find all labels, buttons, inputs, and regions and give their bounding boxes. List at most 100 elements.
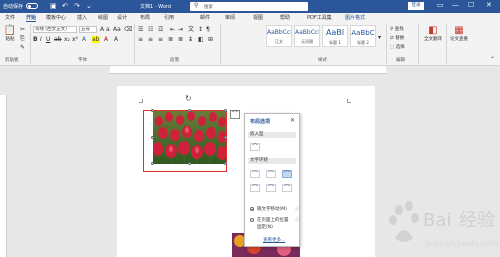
clear-format-icon[interactable]: ⌫	[124, 26, 132, 33]
resize-handle[interactable]	[188, 162, 191, 165]
distributed-icon[interactable]: ≣	[178, 36, 183, 43]
translate-button[interactable]: ◧ 全文翻译	[424, 25, 442, 42]
font-name-select[interactable]: 等线 (西文正文)	[33, 26, 77, 33]
wrap-behind-text-icon[interactable]: ⌒	[266, 184, 276, 192]
fix-position-radio[interactable]	[250, 218, 254, 222]
minimize-icon[interactable]: —	[452, 1, 459, 10]
font-group-label: 字体	[78, 58, 87, 63]
inline-section-header: 嵌入型	[248, 132, 296, 138]
search-box[interactable]: ⚲ 搜索	[190, 2, 308, 11]
format-painter-icon[interactable]: ✎	[20, 44, 25, 51]
grow-font-icon[interactable]: A	[100, 26, 104, 33]
resize-handle[interactable]	[151, 162, 154, 165]
styles-more-icon[interactable]: ▾	[378, 34, 381, 41]
change-case-icon[interactable]: Aa	[113, 26, 121, 33]
subscript-icon[interactable]: x₂	[64, 36, 70, 43]
move-with-text-radio[interactable]	[250, 207, 254, 211]
wrap-through-icon[interactable]: ⌒	[282, 170, 292, 178]
resize-handle[interactable]	[224, 136, 227, 139]
close-icon[interactable]: ✕	[486, 1, 492, 10]
save-icon[interactable]: ▣	[50, 2, 57, 10]
multilevel-list-icon[interactable]: ☲	[158, 26, 163, 33]
redo-icon[interactable]: ↷	[74, 2, 80, 10]
tab-templates[interactable]: 模板中心	[46, 14, 66, 21]
align-left-icon[interactable]: ≡	[138, 36, 143, 43]
underline-icon[interactable]: U	[46, 36, 50, 43]
strikethrough-icon[interactable]: ab	[54, 36, 62, 43]
char-shading-icon[interactable]: A	[114, 36, 118, 43]
line-spacing-icon[interactable]: ↨	[188, 36, 193, 43]
bold-icon[interactable]: B	[33, 36, 38, 43]
cut-icon[interactable]: ✂	[20, 26, 25, 33]
plagiarism-check-button[interactable]: ▦ 论文查重	[450, 25, 468, 42]
style-heading-2[interactable]: AaBbC 标题 2	[350, 25, 376, 47]
wrap-in-front-icon[interactable]: ⌒	[282, 184, 292, 192]
align-center-icon[interactable]: ≡	[148, 36, 153, 43]
tab-home[interactable]: 开始	[26, 14, 37, 22]
info-icon[interactable]: ⓘ	[295, 206, 299, 212]
styles-group-label: 样式	[318, 58, 327, 63]
superscript-icon[interactable]: x²	[72, 36, 78, 43]
tab-picture-format[interactable]: 图片格式	[345, 14, 365, 21]
login-button[interactable]: 登录	[408, 2, 424, 10]
tab-layout[interactable]: 布局	[140, 14, 150, 21]
maximize-icon[interactable]: ☐	[468, 1, 474, 10]
align-right-icon[interactable]: ≡	[158, 36, 163, 43]
wrap-square-icon[interactable]: ⌒	[250, 170, 260, 178]
paste-button[interactable]: 📋 粘贴	[3, 25, 17, 42]
font-size-select[interactable]: 五号	[79, 26, 97, 33]
find-button[interactable]: ⚲ 查找	[390, 26, 404, 32]
wrap-tight-icon[interactable]: ⌒	[266, 170, 276, 178]
autosave-toggle[interactable]	[26, 3, 38, 9]
select-button[interactable]: ⬚ 选择	[390, 44, 405, 50]
text-effects-icon[interactable]: A	[82, 36, 86, 43]
numbering-icon[interactable]: ☷	[148, 26, 153, 33]
justify-icon[interactable]: ≣	[168, 36, 173, 43]
tab-design[interactable]: 设计	[117, 14, 127, 21]
chinese-layout-icon[interactable]: 文	[188, 26, 194, 33]
layout-options-icon[interactable]: ⌒	[230, 110, 240, 119]
shading-icon[interactable]: ◧	[198, 36, 204, 43]
close-icon[interactable]: ✕	[290, 117, 295, 124]
bullets-icon[interactable]: ☰	[138, 26, 143, 33]
tulip-image[interactable]	[153, 111, 226, 164]
font-color-icon[interactable]: A	[104, 36, 108, 43]
see-more-link[interactable]: 查看更多...	[263, 237, 285, 243]
show-marks-icon[interactable]: ¶	[206, 26, 210, 33]
ribbon-display-icon[interactable]: ▭	[437, 1, 444, 10]
decrease-indent-icon[interactable]: ⇤	[170, 26, 175, 33]
undo-icon[interactable]: ↶	[62, 2, 68, 10]
style-heading-1[interactable]: AaBl 标题 1	[322, 25, 348, 47]
borders-icon[interactable]: ⊞	[208, 36, 213, 43]
copy-icon[interactable]: ⎘	[20, 35, 25, 42]
rotate-handle-icon[interactable]: ↻	[185, 94, 192, 103]
tab-references[interactable]: 引用	[164, 14, 174, 21]
highlight-icon[interactable]: ab	[92, 36, 100, 43]
collapse-ribbon-icon[interactable]: ⌃	[490, 56, 495, 63]
resize-handle[interactable]	[188, 109, 191, 112]
style-normal[interactable]: AaBbCcDc 正文	[266, 25, 292, 47]
tab-mailings[interactable]: 邮件	[200, 14, 210, 21]
resize-handle[interactable]	[224, 109, 227, 112]
tab-view[interactable]: 视图	[253, 14, 263, 21]
resize-handle[interactable]	[151, 136, 154, 139]
increase-indent-icon[interactable]: ⇥	[178, 26, 183, 33]
resize-handle[interactable]	[224, 162, 227, 165]
style-no-spacing[interactable]: AaBbCcDc 无间隔	[294, 25, 320, 47]
move-with-text-label: 随文字移动(M)	[257, 207, 287, 212]
customize-icon[interactable]: ⌄	[86, 2, 92, 10]
tab-pdf-tools[interactable]: PDF工具集	[307, 14, 332, 21]
wrap-top-bottom-icon[interactable]: ⌒	[250, 184, 260, 192]
tab-review[interactable]: 审阅	[225, 14, 235, 21]
replace-button[interactable]: ⇄ 替换	[390, 35, 404, 41]
italic-icon[interactable]: I	[40, 36, 42, 43]
tab-draw[interactable]: 绘图	[98, 14, 108, 21]
resize-handle[interactable]	[151, 109, 154, 112]
tab-file[interactable]: 文件	[5, 14, 15, 21]
tab-insert[interactable]: 插入	[77, 14, 87, 21]
sort-icon[interactable]: ↕	[198, 26, 203, 33]
inline-option-icon[interactable]: ⌒	[250, 143, 260, 151]
shrink-font-icon[interactable]: a	[106, 26, 110, 33]
info-icon[interactable]: ⓘ	[295, 217, 299, 223]
tab-help[interactable]: 帮助	[280, 14, 290, 21]
